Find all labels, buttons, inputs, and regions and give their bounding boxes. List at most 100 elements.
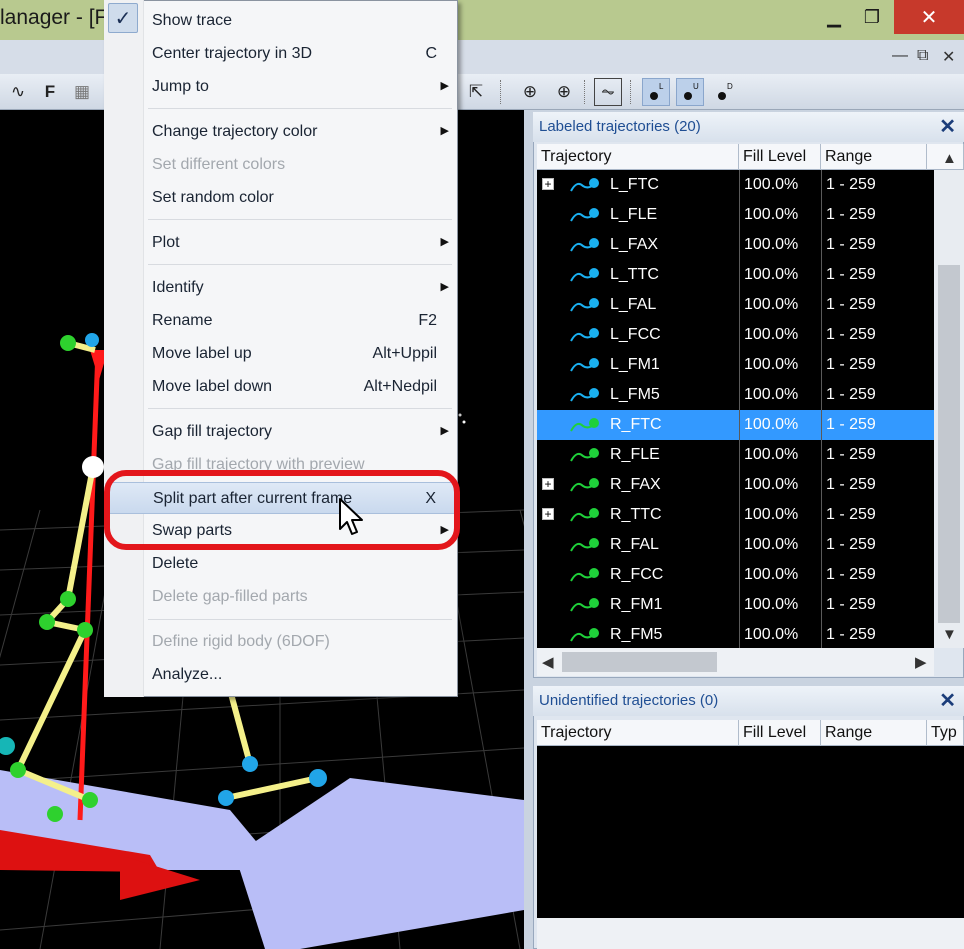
trajectory-marker-icon [570,298,599,312]
fill-level-value: 100.0% [739,560,821,590]
mdi-close-button[interactable]: ✕ [942,47,955,67]
table-row[interactable]: + R_FAX 100.0% 1 - 259 [537,470,934,500]
menu-item[interactable]: Rename F2 [105,305,457,337]
menu-item-label: Center trajectory in 3D [152,45,313,62]
center-tool-icon[interactable]: ⊕ [516,78,544,106]
maximize-button[interactable]: ❐ [853,0,891,34]
scroll-down-arrow[interactable]: ▼ [942,626,957,643]
trajectory-name: L_FTC [610,176,659,193]
unidentified-panel-close-button[interactable]: ✕ [939,688,956,713]
column-header-range[interactable]: Range [821,720,927,746]
minimize-button[interactable]: ▁ [815,0,853,34]
trajectory-marker-icon [570,568,599,582]
label-d-letter: D [727,82,733,91]
menu-item[interactable]: Show trace [105,5,457,37]
menu-item[interactable]: Identify ▶ [105,272,457,304]
trajectory-marker-icon [570,418,599,432]
menu-item-label: Delete gap-filled parts [152,588,308,605]
table-row[interactable]: R_FCC 100.0% 1 - 259 [537,560,934,590]
unidentified-horizontal-scrollbar[interactable] [537,918,964,949]
labeled-panel-close-button[interactable]: ✕ [939,114,956,139]
table-row[interactable]: R_FAL 100.0% 1 - 259 [537,530,934,560]
table-row[interactable]: L_TTC 100.0% 1 - 259 [537,260,934,290]
label-l-tool-button[interactable]: L [642,78,670,106]
table-row[interactable]: R_FLE 100.0% 1 - 259 [537,440,934,470]
table-row[interactable]: L_FAL 100.0% 1 - 259 [537,290,934,320]
trajectory-marker-icon [570,328,599,342]
grid-tool-icon[interactable]: ▦ [68,78,96,106]
menu-item[interactable]: Analyze... [105,659,457,691]
menu-item-label: Show trace [152,12,233,29]
fill-level-value: 100.0% [739,590,821,620]
unidentified-table-body[interactable] [537,746,964,918]
trajectory-name: R_FAX [610,476,661,493]
expand-icon[interactable]: + [542,508,554,520]
menu-item-label: Delete [152,555,199,572]
menu-item: Set different colors [105,149,457,181]
scroll-up-arrow[interactable]: ▲ [942,150,957,167]
menu-separator [148,219,452,220]
range-value: 1 - 259 [821,380,927,410]
menu-item[interactable]: Jump to ▶ [105,71,457,103]
label-l-letter: L [659,82,664,91]
range-value: 1 - 259 [821,470,927,500]
scroll-right-arrow[interactable]: ▶ [915,653,927,671]
submenu-arrow-icon: ▶ [440,236,449,248]
column-header-trajectory[interactable]: Trajectory [537,144,739,170]
range-value: 1 - 259 [821,620,927,650]
scroll-left-arrow[interactable]: ◀ [542,653,554,671]
label-d-tool-button[interactable]: D [710,78,738,106]
trajectory-marker-icon [570,538,599,552]
force-vector-line [77,349,101,821]
table-row[interactable]: L_FCC 100.0% 1 - 259 [537,320,934,350]
submenu-arrow-icon: ▶ [440,281,449,293]
close-button[interactable]: ✕ [894,0,964,34]
table-row[interactable]: R_FTC 100.0% 1 - 259 [537,410,934,440]
table-row[interactable]: R_FM1 100.0% 1 - 259 [537,590,934,620]
labeled-vertical-scroll-thumb[interactable] [938,265,960,623]
table-row[interactable]: L_FM5 100.0% 1 - 259 [537,380,934,410]
column-header-range[interactable]: Range [821,144,927,170]
column-header-trajectory[interactable]: Trajectory [537,720,739,746]
column-header-fill-level[interactable]: Fill Level [739,720,821,746]
menu-item[interactable]: Set random color [105,182,457,214]
trajectory-name: L_FAL [610,296,657,313]
column-header-type[interactable]: Typ [927,720,964,746]
trajectory-tool-icon[interactable]: ∿ [4,78,32,106]
menu-item: Delete gap-filled parts [105,581,457,613]
labeled-horizontal-scroll-thumb[interactable] [562,652,717,672]
label-u-tool-button[interactable]: U [676,78,704,106]
toolbar-separator [500,80,502,104]
expand-icon[interactable]: + [542,478,554,490]
table-row[interactable]: L_FLE 100.0% 1 - 259 [537,200,934,230]
menu-item[interactable]: Move label up Alt+Uppil [105,338,457,370]
menu-item[interactable]: Center trajectory in 3D C [105,38,457,70]
menu-item[interactable]: Change trajectory color ▶ [105,116,457,148]
menu-item[interactable]: Move label down Alt+Nedpil [105,371,457,403]
trajectory-marker-icon [570,628,599,642]
menu-item-label: Jump to [152,78,209,95]
labeled-panel-header: Labeled trajectories (20) ✕ [533,112,964,142]
fill-level-value: 100.0% [739,170,821,200]
column-header-fill-level[interactable]: Fill Level [739,144,821,170]
mdi-minimize-button[interactable]: — [892,47,908,65]
table-row[interactable]: L_FAX 100.0% 1 - 259 [537,230,934,260]
mdi-restore-button[interactable]: ⧉ [917,47,928,65]
table-row[interactable]: + R_TTC 100.0% 1 - 259 [537,500,934,530]
menu-item-label: Move label up [152,345,252,362]
trajectory-name: L_FAX [610,236,659,253]
table-row[interactable]: + L_FTC 100.0% 1 - 259 [537,170,934,200]
table-row[interactable]: R_FM5 100.0% 1 - 259 [537,620,934,650]
add-marker-tool-icon[interactable]: ⊕ [550,78,578,106]
select-tool-icon[interactable]: ⇱ [462,78,490,106]
fill-level-value: 100.0% [739,500,821,530]
expand-icon[interactable]: + [542,178,554,190]
menu-item[interactable]: Delete [105,548,457,580]
menu-item-label: Set different colors [152,156,286,173]
menu-item[interactable]: Gap fill trajectory ▶ [105,416,457,448]
table-row[interactable]: L_FM1 100.0% 1 - 259 [537,350,934,380]
f-tool-button[interactable]: F [36,78,64,106]
menu-item[interactable]: Plot ▶ [105,227,457,259]
plot-tool-icon[interactable]: ⏦ [594,78,622,106]
fill-level-value: 100.0% [739,620,821,650]
